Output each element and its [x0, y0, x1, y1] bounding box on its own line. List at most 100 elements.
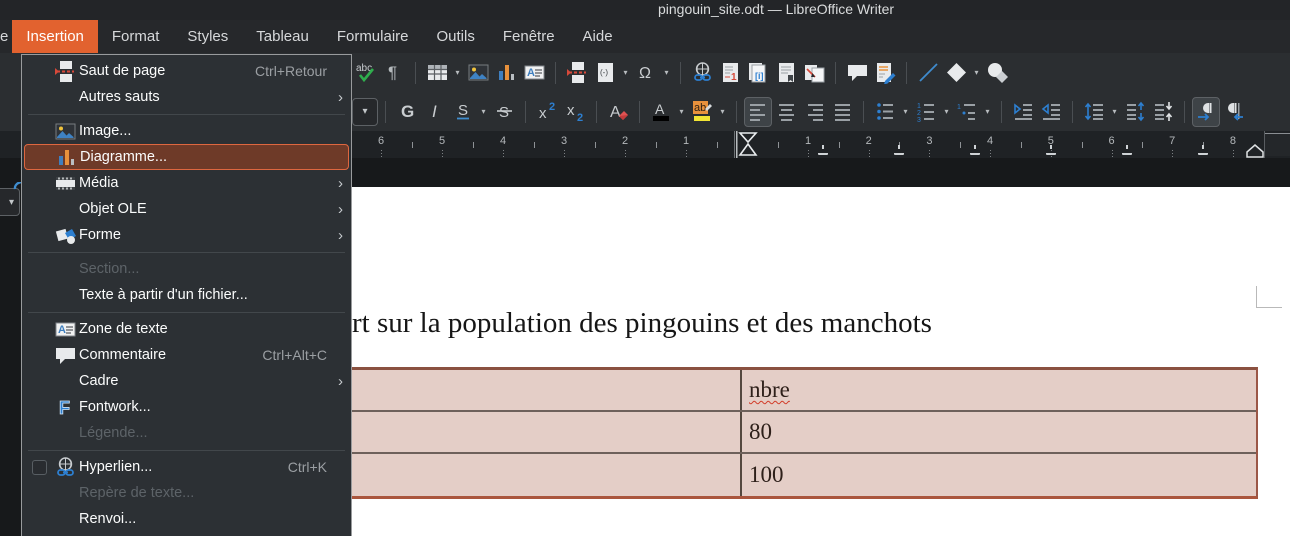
outline-list-button-dropdown-arrow[interactable]: ▾: [981, 97, 994, 127]
clear-formatting-button[interactable]: A: [604, 97, 632, 127]
spellcheck-button[interactable]: abc: [352, 58, 380, 88]
indent-marker[interactable]: [736, 131, 758, 163]
superscript-button[interactable]: x2: [533, 97, 561, 127]
left-to-right-button[interactable]: [1192, 96, 1220, 127]
ruler-tab-stop[interactable]: [818, 145, 828, 155]
table-cell[interactable]: 100: [742, 454, 1256, 496]
insert-field-button-dropdown-arrow[interactable]: ▾: [619, 58, 632, 88]
numbered-list-button-dropdown-arrow[interactable]: ▾: [940, 97, 953, 127]
menu-item-diagramme[interactable]: Diagramme...: [24, 144, 349, 170]
line-spacing-button[interactable]: [1080, 97, 1108, 127]
menubar-item-insertion[interactable]: Insertion: [12, 20, 98, 53]
ruler-half-tick: [778, 142, 779, 148]
insert-image-button[interactable]: [464, 58, 492, 88]
highlight-color-button-dropdown-arrow[interactable]: ▾: [716, 97, 729, 127]
bold-button[interactable]: G: [393, 97, 421, 127]
numbered-list-button[interactable]: 123: [912, 97, 940, 127]
font-size-dropdown-button[interactable]: ▾: [352, 97, 378, 126]
menu-item-checkbox[interactable]: [32, 459, 47, 475]
bullet-list-button-dropdown-arrow[interactable]: ▾: [899, 97, 912, 127]
menu-item-forme[interactable]: Forme ›: [24, 222, 349, 248]
formatting-marks-button[interactable]: ¶: [380, 58, 408, 88]
menubar-item-outils[interactable]: Outils: [423, 20, 489, 53]
table-cell[interactable]: [346, 412, 742, 452]
menubar-item-fentre[interactable]: Fenêtre: [489, 20, 569, 53]
ruler-tab-stop[interactable]: [894, 145, 904, 155]
outline-list-button[interactable]: 1: [953, 97, 981, 127]
right-to-left-button[interactable]: [1220, 97, 1248, 127]
menubar-item-tableau[interactable]: Tableau: [242, 20, 323, 53]
align-right-button[interactable]: [800, 97, 828, 127]
menu-item-objet-ole[interactable]: Objet OLE ›: [24, 196, 349, 222]
increase-indent-button[interactable]: [1009, 97, 1037, 127]
table-cell[interactable]: [346, 370, 742, 410]
insert-endnote-button[interactable]: [i]: [744, 58, 772, 88]
bullet-list-button[interactable]: [871, 97, 899, 127]
menu-item-fontwork[interactable]: F Fontwork...: [24, 394, 349, 420]
italic-button[interactable]: I: [421, 97, 449, 127]
menubar-item-styles[interactable]: Styles: [173, 20, 242, 53]
font-color-button[interactable]: A: [647, 97, 675, 127]
insert-field-button[interactable]: (-): [591, 58, 619, 88]
menubar-item-formulaire[interactable]: Formulaire: [323, 20, 423, 53]
menu-separator: [22, 248, 351, 256]
toolbar-separator: [1001, 100, 1002, 123]
insert-hyperlink-button[interactable]: [688, 58, 716, 88]
menu-item-m-dia[interactable]: Média ›: [24, 170, 349, 196]
strikethrough-button[interactable]: S: [490, 97, 518, 127]
insert-cross-reference-button[interactable]: [800, 58, 828, 88]
menu-item-image[interactable]: Image...: [24, 118, 349, 144]
track-changes-button[interactable]: [871, 58, 899, 88]
document-heading[interactable]: rt sur la population des pingouins et de…: [352, 307, 932, 340]
underline-button-dropdown-arrow[interactable]: ▾: [477, 97, 490, 127]
highlight-color-button[interactable]: ab: [688, 97, 716, 127]
basic-shapes-button-dropdown-arrow[interactable]: ▾: [970, 58, 983, 88]
insert-line-button[interactable]: [914, 58, 942, 88]
increase-paragraph-spacing-button[interactable]: [1121, 97, 1149, 127]
menu-item-zone-de-texte[interactable]: A Zone de texte: [24, 316, 349, 342]
ruler-tab-stop[interactable]: [1122, 145, 1132, 155]
menu-item-autres-sauts[interactable]: Autres sauts ›: [24, 84, 349, 110]
line-spacing-button-dropdown-arrow[interactable]: ▾: [1108, 97, 1121, 127]
comment-icon: [847, 65, 867, 81]
table-cell[interactable]: nbre: [742, 370, 1256, 410]
align-left-button[interactable]: [744, 96, 772, 127]
ruler-tab-stop[interactable]: [1198, 145, 1208, 155]
insert-special-character-button-dropdown-arrow[interactable]: ▾: [660, 58, 673, 88]
insert-special-character-button[interactable]: Ω: [632, 58, 660, 88]
symbol-shapes-button[interactable]: [983, 58, 1011, 88]
subscript-button[interactable]: x2: [561, 97, 589, 127]
menubar-item-format[interactable]: Format: [98, 20, 174, 53]
insert-chart-button[interactable]: [492, 58, 520, 88]
table-cell[interactable]: [346, 454, 742, 496]
menubar-item-partial[interactable]: e: [0, 20, 12, 53]
menu-item-hyperlien[interactable]: Hyperlien... Ctrl+K: [24, 454, 349, 480]
menu-item-cadre[interactable]: Cadre ›: [24, 368, 349, 394]
decrease-paragraph-spacing-button[interactable]: [1149, 97, 1177, 127]
basic-shapes-button[interactable]: [942, 58, 970, 88]
menu-item-commentaire[interactable]: Commentaire Ctrl+Alt+C: [24, 342, 349, 368]
decrease-indent-button[interactable]: [1037, 97, 1065, 127]
insert-table-button[interactable]: [423, 58, 451, 88]
justify-button[interactable]: [828, 97, 856, 127]
document-table[interactable]: nbre 80 100: [346, 367, 1258, 499]
insert-page-break-button[interactable]: [563, 58, 591, 88]
underline-button[interactable]: S: [449, 97, 477, 127]
insert-table-button-dropdown-arrow[interactable]: ▾: [451, 58, 464, 88]
right-margin-marker[interactable]: [1245, 144, 1265, 163]
svg-text:A: A: [655, 101, 665, 117]
document-page[interactable]: rt sur la population des pingouins et de…: [340, 187, 1290, 536]
insert-textbox-button[interactable]: A: [520, 58, 548, 88]
ruler-tab-stop[interactable]: [970, 145, 980, 155]
insert-comment-button[interactable]: [843, 58, 871, 88]
align-center-button[interactable]: [772, 97, 800, 127]
menu-item-saut-de-page[interactable]: Saut de page Ctrl+Retour: [24, 58, 349, 84]
insert-footnote-button[interactable]: 1: [716, 58, 744, 88]
ruler-tab-stop[interactable]: [1046, 145, 1056, 155]
menu-item-texte-partir-d-un-fichier[interactable]: Texte à partir d'un fichier...: [24, 282, 349, 308]
menubar-item-aide[interactable]: Aide: [569, 20, 627, 53]
table-cell[interactable]: 80: [742, 412, 1256, 452]
menu-item-renvoi[interactable]: Renvoi...: [24, 506, 349, 532]
insert-bookmark-button[interactable]: [772, 58, 800, 88]
font-color-button-dropdown-arrow[interactable]: ▾: [675, 97, 688, 127]
